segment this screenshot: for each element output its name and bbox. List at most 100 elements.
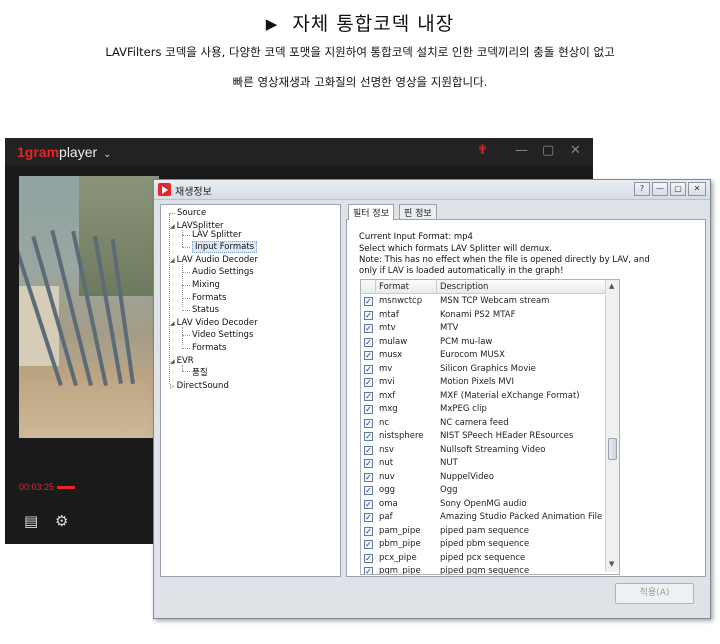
column-header-format[interactable]: Format [379, 282, 409, 292]
playlist-icon[interactable]: ▤ [24, 512, 38, 530]
close-button[interactable]: ✕ [570, 143, 581, 158]
format-checkbox[interactable]: ✓ [364, 351, 373, 360]
table-row[interactable]: ✓ paf Amazing Studio Packed Animation File [361, 511, 605, 525]
table-row[interactable]: ✓ nsv Nullsoft Streaming Video [361, 444, 605, 458]
minimize-button[interactable]: — [515, 143, 528, 158]
tree-item-video-settings[interactable]: Video Settings [192, 330, 253, 340]
format-checkbox[interactable]: ✓ [364, 553, 373, 563]
format-checkbox[interactable]: ✓ [364, 567, 373, 574]
tree-label: DirectSound [176, 381, 229, 391]
table-row[interactable]: ✓ musx Eurocom MUSX [361, 349, 605, 363]
pin-icon[interactable]: ✟ [477, 143, 488, 158]
table-row[interactable]: ✓ mv Silicon Graphics Movie [361, 363, 605, 377]
table-row[interactable]: ✓ nc NC camera feed [361, 417, 605, 431]
format-checkbox[interactable]: ✓ [364, 526, 373, 536]
tree-item-directsound[interactable]: ▷ DirectSound [170, 381, 229, 391]
tree-item-source[interactable]: Source [177, 208, 206, 218]
format-checkbox[interactable]: ✓ [364, 324, 373, 333]
table-row[interactable]: ✓ pbm_pipe piped pbm sequence [361, 538, 605, 552]
tree-item-quality[interactable]: 품질 [192, 366, 208, 378]
format-description: NUT [440, 458, 458, 468]
expand-arrow-icon[interactable]: ◢ [170, 320, 175, 327]
tree-item-lav-audio-decoder[interactable]: ◢ LAV Audio Decoder [170, 255, 258, 265]
video-frame[interactable] [19, 176, 159, 438]
list-scrollbar[interactable]: ▲ ▼ [605, 280, 619, 572]
playback-info-dialog: 재생정보 ? — ▢ ✕ Source ◢ LAVSplitter LAV Spl… [153, 179, 711, 619]
format-description: MxPEG clip [440, 404, 487, 414]
tree-item-audio-settings[interactable]: Audio Settings [192, 267, 254, 277]
format-checkbox[interactable]: ✓ [364, 297, 373, 306]
tree-item-mixing[interactable]: Mixing [192, 280, 220, 290]
format-description: NC camera feed [440, 417, 509, 428]
column-header-description[interactable]: Description [440, 282, 488, 292]
table-row[interactable]: ✓ mxg MxPEG clip [361, 403, 605, 417]
tree-item-lav-video-decoder[interactable]: ◢ LAV Video Decoder [170, 318, 258, 328]
dialog-maximize-button[interactable]: ▢ [670, 182, 686, 196]
format-checkbox[interactable]: ✓ [364, 459, 373, 468]
tree-label: EVR [176, 356, 194, 366]
format-checkbox[interactable]: ✓ [364, 337, 373, 347]
table-row[interactable]: ✓ nistsphere NIST SPeech HEader REsources [361, 430, 605, 444]
format-code: mxf [379, 390, 396, 401]
expand-arrow-icon[interactable]: ◢ [170, 358, 175, 365]
apply-button[interactable]: 적용(A) [615, 583, 694, 604]
format-checkbox[interactable]: ✓ [364, 499, 373, 509]
table-row[interactable]: ✓ mulaw PCM mu-law [361, 336, 605, 350]
maximize-button[interactable]: ▢ [542, 143, 554, 158]
tree-item-status[interactable]: Status [192, 305, 219, 315]
expand-arrow-icon[interactable]: ◢ [170, 257, 175, 264]
format-checkbox[interactable]: ✓ [364, 540, 373, 549]
tab-pin-info[interactable]: 핀 정보 [399, 204, 437, 219]
expand-arrow-icon[interactable]: ▷ [170, 383, 175, 390]
table-row[interactable]: ✓ pcx_pipe piped pcx sequence [361, 552, 605, 566]
format-checkbox[interactable]: ✓ [364, 418, 373, 428]
note-text-2: only if LAV is loaded automatically in t… [359, 266, 564, 276]
seek-progress-bar[interactable] [57, 486, 75, 489]
help-button[interactable]: ? [634, 182, 650, 196]
player-logo[interactable]: 1gramplayer ⌄ [17, 144, 112, 160]
gear-icon[interactable]: ⚙ [55, 512, 68, 530]
table-row[interactable]: ✓ msnwctcp MSN TCP Webcam stream [361, 295, 605, 309]
table-row[interactable]: ✓ pam_pipe piped pam sequence [361, 525, 605, 539]
tree-item-audio-formats[interactable]: Formats [192, 293, 226, 303]
tree-item-video-formats[interactable]: Formats [192, 343, 226, 353]
format-checkbox[interactable]: ✓ [364, 472, 373, 482]
format-checkbox[interactable]: ✓ [364, 432, 373, 441]
format-checkbox[interactable]: ✓ [364, 445, 373, 455]
scrollbar-thumb[interactable] [608, 438, 617, 460]
format-description: Eurocom MUSX [440, 350, 505, 360]
tab-filter-info[interactable]: 필터 정보 [348, 204, 394, 220]
format-description: piped pbm sequence [440, 539, 530, 549]
tree-label-selected: Input Formats [192, 241, 258, 253]
table-row[interactable]: ✓ nuv NuppelVideo [361, 471, 605, 485]
format-checkbox[interactable]: ✓ [364, 310, 373, 320]
format-description: Sony OpenMG audio [440, 498, 527, 509]
format-checkbox[interactable]: ✓ [364, 486, 373, 495]
elapsed-time: 00:03:25 [19, 482, 55, 492]
table-row[interactable]: ✓ mtv MTV [361, 322, 605, 336]
description-line-1: LAVFilters 코덱을 사용, 다양한 코덱 포맷을 지원하여 통합코덱 … [105, 45, 615, 59]
format-checkbox[interactable]: ✓ [364, 513, 373, 522]
dialog-minimize-button[interactable]: — [652, 182, 668, 196]
format-code: msnwctcp [379, 296, 423, 306]
format-checkbox[interactable]: ✓ [364, 405, 373, 414]
format-description: piped pam sequence [440, 525, 530, 536]
format-checkbox[interactable]: ✓ [364, 391, 373, 401]
tree-item-lav-splitter[interactable]: LAV Splitter [192, 230, 242, 240]
format-checkbox[interactable]: ✓ [364, 364, 373, 374]
format-description: Konami PS2 MTAF [440, 309, 516, 320]
tree-item-input-formats[interactable]: Input Formats [192, 241, 258, 253]
table-row[interactable]: ✓ ogg Ogg [361, 484, 605, 498]
table-row[interactable]: ✓ pgm_pipe piped pgm sequence [361, 565, 605, 574]
table-row[interactable]: ✓ mtaf Konami PS2 MTAF [361, 309, 605, 323]
table-row[interactable]: ✓ mvi Motion Pixels MVI [361, 376, 605, 390]
scroll-down-arrow-icon[interactable]: ▼ [609, 560, 614, 568]
table-row[interactable]: ✓ nut NUT [361, 457, 605, 471]
format-checkbox[interactable]: ✓ [364, 378, 373, 387]
table-row[interactable]: ✓ oma Sony OpenMG audio [361, 498, 605, 512]
format-description: Amazing Studio Packed Animation File [440, 512, 603, 522]
table-row[interactable]: ✓ mxf MXF (Material eXchange Format) [361, 390, 605, 404]
expand-arrow-icon[interactable]: ◢ [170, 223, 175, 230]
scroll-up-arrow-icon[interactable]: ▲ [609, 282, 614, 290]
dialog-close-button[interactable]: ✕ [688, 182, 706, 196]
